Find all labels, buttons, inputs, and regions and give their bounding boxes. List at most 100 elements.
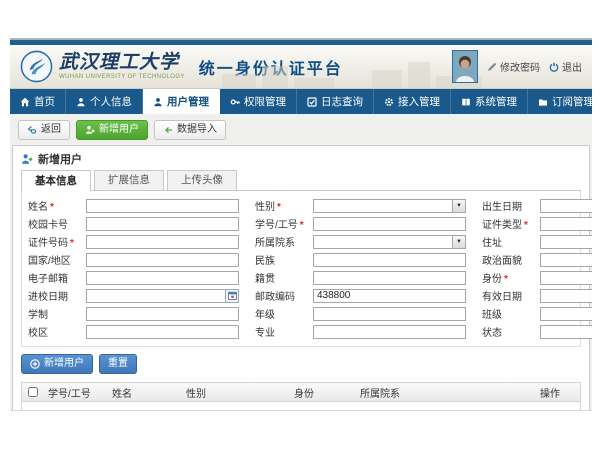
- nav-item-系统管理[interactable]: 系统管理: [451, 89, 528, 114]
- field-label: 所属院系: [255, 234, 313, 249]
- add-user-toolbar-button[interactable]: 新增用户: [76, 120, 148, 140]
- identity-input[interactable]: [541, 272, 592, 284]
- data-import-button[interactable]: 数据导入: [154, 120, 226, 140]
- input-wrap: [540, 199, 592, 213]
- student-employee-id-input[interactable]: [314, 218, 465, 230]
- logout-link[interactable]: 退出: [549, 59, 582, 74]
- nav-item-订阅管理[interactable]: 订阅管理: [528, 89, 592, 114]
- country-region-input[interactable]: [87, 254, 238, 266]
- required-asterisk: *: [300, 220, 304, 231]
- tab-扩展信息[interactable]: 扩展信息: [94, 170, 164, 190]
- entry-date-input[interactable]: [87, 290, 225, 302]
- form-field-department: 所属院系 ▼: [255, 234, 466, 249]
- form-field-address: 住址: [482, 234, 592, 249]
- section-title-text: 新增用户: [38, 151, 82, 167]
- add-user-submit-button[interactable]: 新增用户: [21, 354, 93, 374]
- input-wrap: [540, 307, 592, 321]
- nav-item-首页[interactable]: 首页: [10, 89, 66, 114]
- user-plus-icon: [85, 125, 95, 135]
- campus-card-no-input[interactable]: [87, 218, 238, 230]
- field-label: 学制: [28, 306, 86, 321]
- field-label: 政治面貌: [482, 252, 540, 267]
- schooling-length-input[interactable]: [87, 308, 238, 320]
- reset-button[interactable]: 重置: [99, 354, 137, 374]
- form-field-political-status: 政治面貌: [482, 252, 592, 267]
- status-input[interactable]: [541, 326, 592, 338]
- input-wrap: [313, 253, 466, 267]
- toolbar: 返回 新增用户 数据导入: [10, 114, 592, 145]
- field-label: 校区: [28, 324, 86, 339]
- change-password-link[interactable]: 修改密码: [487, 59, 540, 74]
- input-wrap: [540, 271, 592, 285]
- input-wrap: ▼: [313, 235, 466, 249]
- ethnicity-input[interactable]: [314, 254, 465, 266]
- chevron-down-icon[interactable]: ▼: [452, 236, 465, 248]
- class-input[interactable]: [541, 308, 592, 320]
- nav-item-日志查询[interactable]: 日志查询: [297, 89, 374, 114]
- input-wrap: [540, 325, 592, 339]
- nav-item-个人信息[interactable]: 个人信息: [66, 89, 143, 114]
- id-number-input[interactable]: [87, 236, 238, 248]
- email-input[interactable]: [87, 272, 238, 284]
- nav-item-接入管理[interactable]: 接入管理: [374, 89, 451, 114]
- field-label: 学号/工号*: [255, 216, 313, 231]
- form-field-entry-date: 进校日期: [28, 288, 239, 303]
- select-all-checkbox[interactable]: [28, 387, 38, 397]
- nav-item-用户管理[interactable]: 用户管理: [143, 89, 220, 114]
- chevron-down-icon[interactable]: ▼: [452, 200, 465, 212]
- form-field-schooling-length: 学制: [28, 306, 239, 321]
- gender-input[interactable]: [314, 200, 452, 212]
- major-input[interactable]: [314, 326, 465, 338]
- form-field-ethnicity: 民族: [255, 252, 466, 267]
- form-field-country-region: 国家/地区: [28, 252, 239, 267]
- address-input[interactable]: [541, 236, 592, 248]
- required-asterisk: *: [277, 202, 281, 213]
- field-label: 邮政编码: [255, 288, 313, 303]
- field-label: 出生日期: [482, 198, 540, 213]
- form-actions: 新增用户 重置: [21, 354, 581, 374]
- grade-input[interactable]: [314, 308, 465, 320]
- nav-item-label: 首页: [34, 94, 55, 109]
- nav-item-label: 用户管理: [167, 94, 209, 109]
- nav-item-label: 订阅管理: [552, 94, 592, 109]
- section-title: 新增用户: [21, 151, 581, 166]
- input-wrap: [313, 325, 466, 339]
- home-icon: [20, 97, 30, 107]
- form-field-grade: 年级: [255, 306, 466, 321]
- university-name-block: 武汉理工大学 WUHAN UNIVERSITY OF TECHNOLOGY: [59, 53, 185, 80]
- table-column-header: 姓名: [108, 385, 182, 400]
- nav-item-label: 接入管理: [398, 94, 440, 109]
- user-avatar[interactable]: [452, 50, 478, 83]
- birth-date-input[interactable]: [541, 200, 592, 212]
- tab-上传头像[interactable]: 上传头像: [167, 170, 237, 190]
- form-field-class: 班级: [482, 306, 592, 321]
- input-wrap: [86, 289, 239, 303]
- back-button[interactable]: 返回: [18, 120, 70, 140]
- form-field-native-place: 籍贯: [255, 270, 466, 285]
- field-label: 民族: [255, 252, 313, 267]
- campus-input[interactable]: [87, 326, 238, 338]
- nav-item-权限管理[interactable]: 权限管理: [220, 89, 297, 114]
- content-area: 返回 新增用户 数据导入: [10, 114, 592, 410]
- id-type-input[interactable]: [541, 218, 592, 230]
- tab-基本信息[interactable]: 基本信息: [21, 170, 91, 191]
- key-icon: [230, 97, 240, 107]
- users-icon: [153, 97, 163, 107]
- postal-code-input[interactable]: [314, 290, 465, 302]
- native-place-input[interactable]: [314, 272, 465, 284]
- field-label: 年级: [255, 306, 313, 321]
- new-user-panel: 新增用户 基本信息扩展信息上传头像 姓名*性别*▼出生日期校园卡号学号/工号*证…: [12, 145, 590, 411]
- calendar-icon[interactable]: [225, 290, 238, 302]
- name-input[interactable]: [87, 200, 238, 212]
- table-header: 学号/工号姓名性别身份所属院系操作: [22, 383, 580, 402]
- department-input[interactable]: [314, 236, 452, 248]
- valid-date-input[interactable]: [541, 290, 592, 302]
- input-wrap: ▼: [313, 199, 466, 213]
- table-column-header: 性别: [182, 385, 290, 400]
- input-wrap: [86, 253, 239, 267]
- select-all-cell: [22, 387, 44, 397]
- form-field-campus: 校区: [28, 324, 239, 339]
- table-column-header: 所属院系: [356, 385, 536, 400]
- political-status-input[interactable]: [541, 254, 592, 266]
- required-asterisk: *: [524, 220, 528, 231]
